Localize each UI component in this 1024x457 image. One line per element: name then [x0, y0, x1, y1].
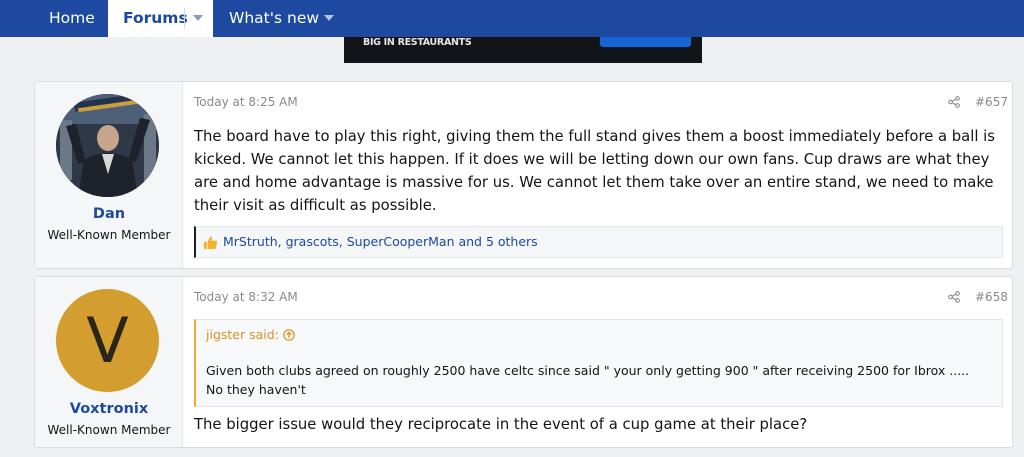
user-info-panel: V Voxtronix Well-Known Member	[35, 277, 183, 447]
nav-forums[interactable]: Forums	[108, 0, 213, 37]
thumbs-up-icon	[203, 236, 218, 250]
nav-home[interactable]: Home	[49, 0, 95, 37]
nav-whats-new-label[interactable]: What's new	[229, 9, 319, 27]
quote-block: jigster said: Given both clubs agreed on…	[194, 319, 1003, 407]
avatar[interactable]: V	[56, 289, 159, 392]
ad-button[interactable]	[600, 37, 691, 47]
share-icon[interactable]	[948, 96, 960, 108]
post-date[interactable]: Today at 8:32 AM	[194, 290, 298, 304]
username[interactable]: Voxtronix	[35, 401, 183, 417]
chevron-down-icon[interactable]	[193, 15, 203, 21]
user-info-panel: Dan Well-Known Member	[35, 82, 183, 268]
username[interactable]: Dan	[35, 206, 183, 222]
arrow-up-circle-icon[interactable]	[283, 329, 295, 341]
top-navbar: Home Forums What's new	[0, 0, 1024, 37]
avatar[interactable]	[56, 94, 159, 197]
post-date[interactable]: Today at 8:25 AM	[194, 95, 298, 109]
ad-text: BIG IN RESTAURANTS	[363, 37, 472, 48]
nav-whats-new[interactable]: What's new	[229, 0, 334, 37]
quote-line: No they haven't	[206, 382, 306, 397]
quote-line: Given both clubs agreed on roughly 2500 …	[206, 363, 970, 378]
advertisement-banner[interactable]: BIG IN RESTAURANTS	[344, 37, 702, 63]
post: Dan Well-Known Member Today at 8:25 AM #…	[34, 81, 1013, 269]
reaction-users[interactable]: MrStruth, grascots, SuperCooperMan and 5…	[223, 234, 538, 249]
user-title: Well-Known Member	[47, 423, 171, 437]
post-number[interactable]: #658	[975, 290, 1008, 304]
quote-author[interactable]: jigster said:	[206, 327, 279, 342]
chevron-down-icon[interactable]	[324, 15, 334, 21]
user-photo-avatar-icon	[56, 94, 159, 197]
quote-text: Given both clubs agreed on roughly 2500 …	[206, 361, 986, 399]
post: V Voxtronix Well-Known Member Today at 8…	[34, 276, 1013, 448]
reactions-bar: MrStruth, grascots, SuperCooperMan and 5…	[194, 226, 1003, 258]
nav-forums-label[interactable]: Forums	[123, 0, 188, 36]
share-icon[interactable]	[948, 291, 960, 303]
post-body: The bigger issue would they reciprocate …	[194, 416, 808, 433]
nav-divider	[184, 8, 185, 29]
post-body: The board have to play this right, givin…	[194, 128, 995, 214]
post-number[interactable]: #657	[975, 95, 1008, 109]
user-title: Well-Known Member	[47, 228, 171, 242]
